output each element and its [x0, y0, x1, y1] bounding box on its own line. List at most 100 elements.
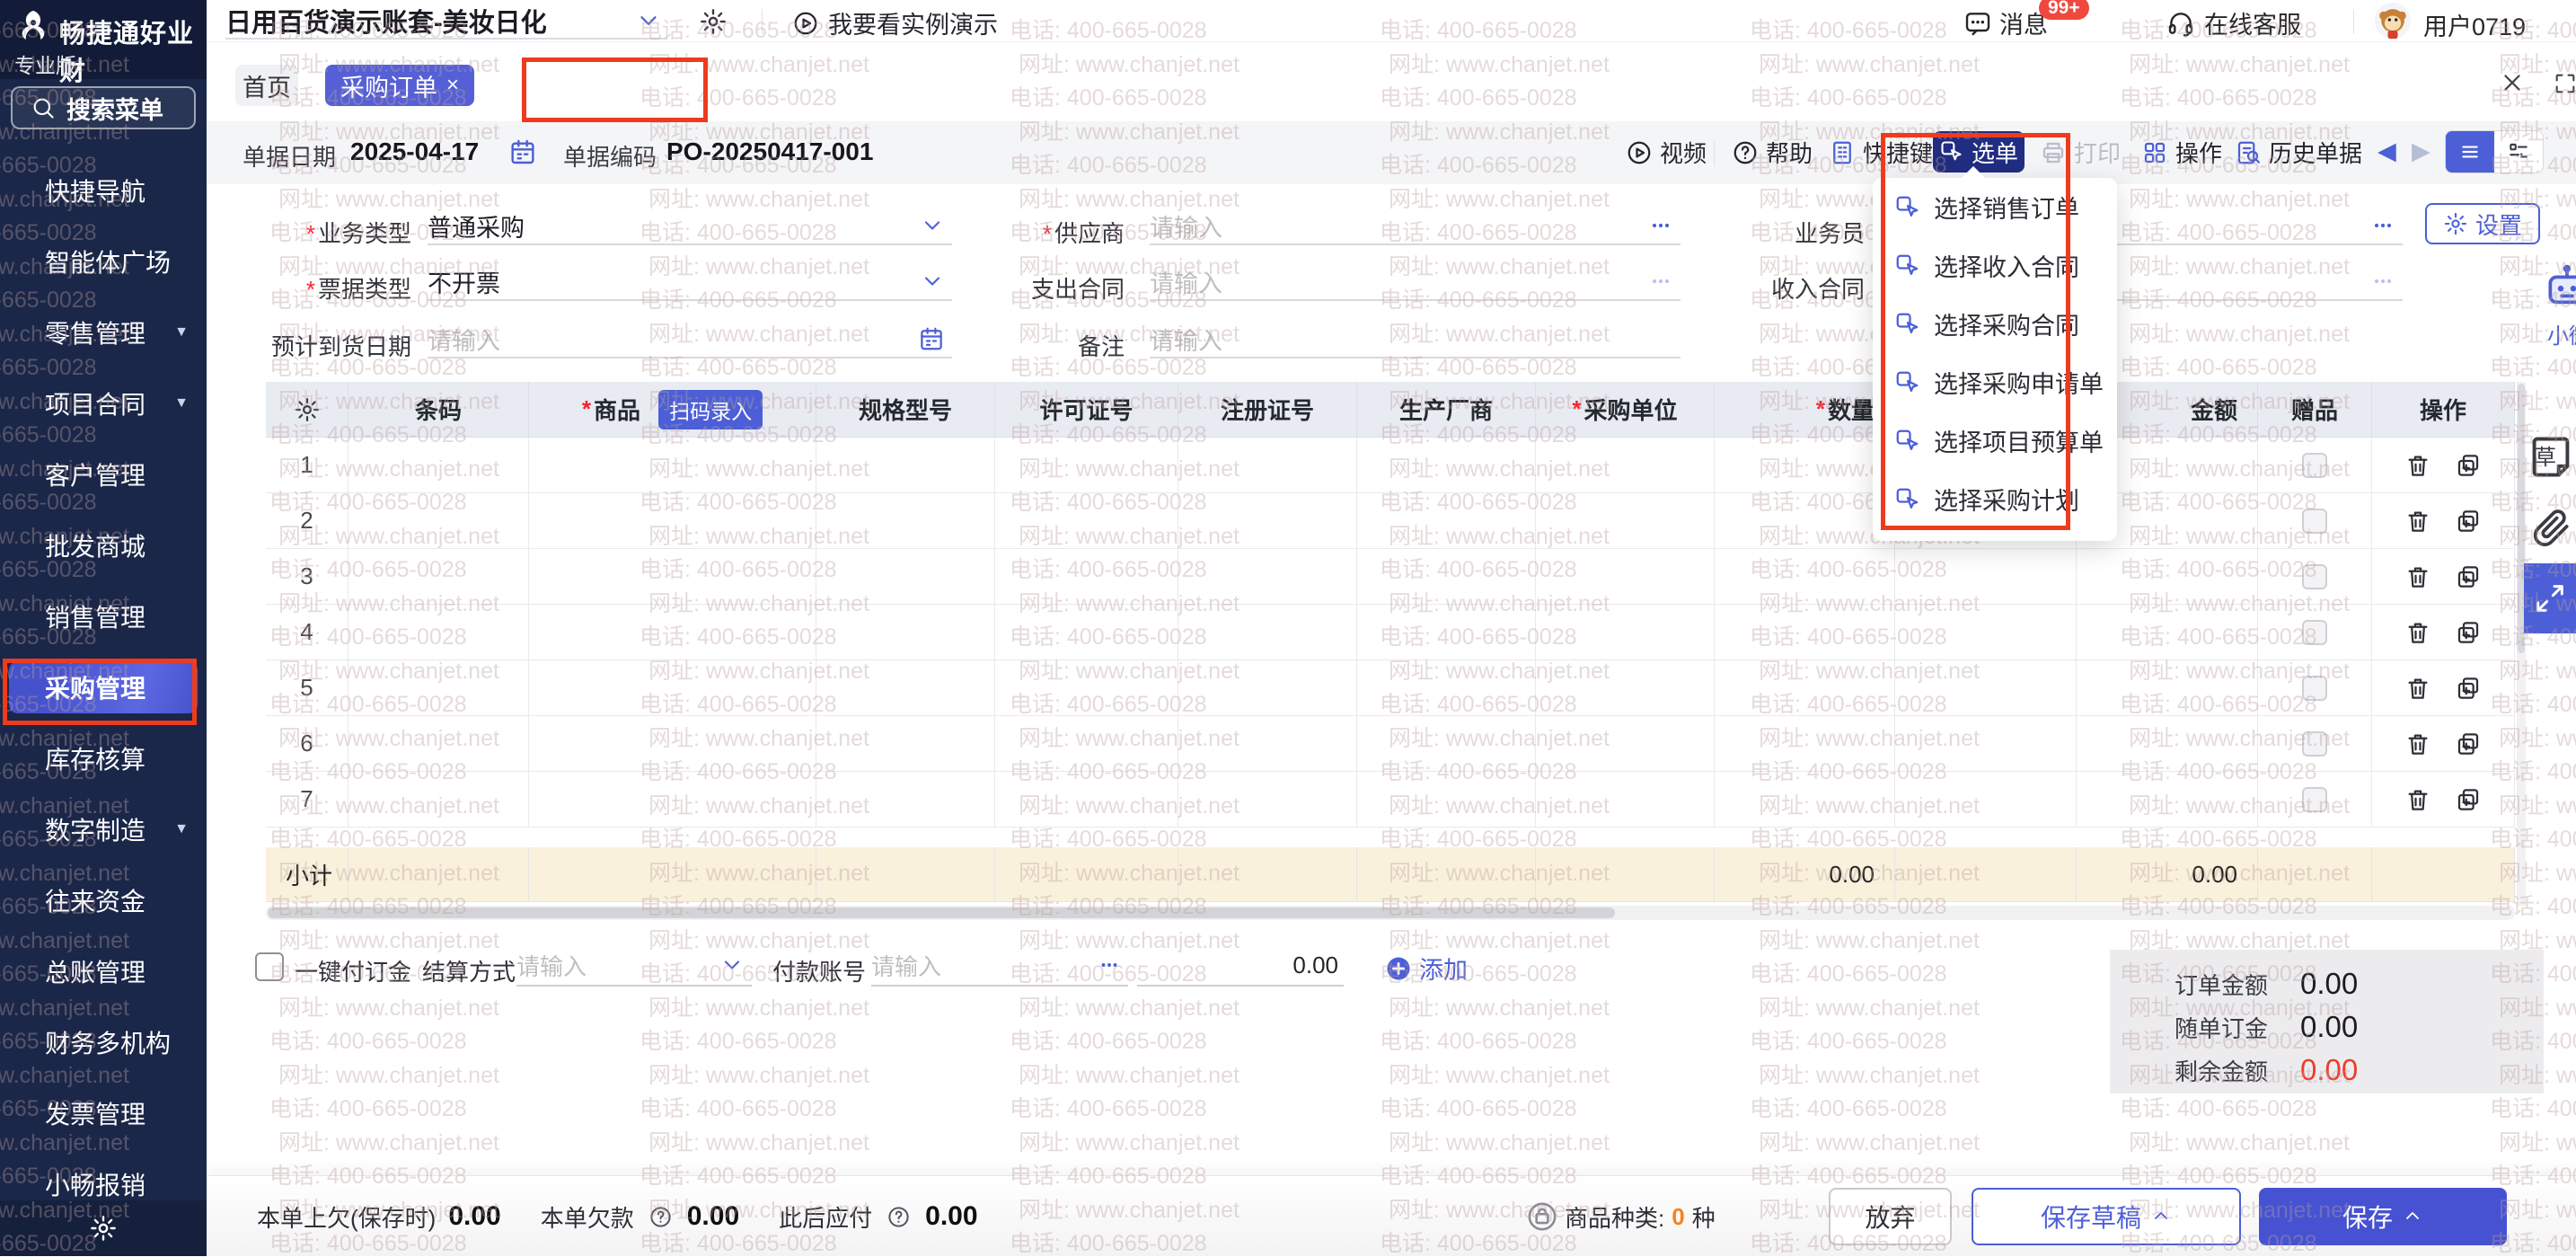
quick-deposit-checkbox[interactable] — [255, 952, 284, 981]
sidebar-item-智能体广场[interactable]: 智能体广场 — [0, 242, 207, 281]
tab-close-icon[interactable]: × — [446, 73, 459, 98]
table-cell[interactable] — [1536, 493, 1715, 549]
table-cell[interactable] — [1715, 438, 1895, 493]
delete-row-icon[interactable] — [2404, 508, 2431, 535]
gift-checkbox[interactable] — [2302, 676, 2327, 701]
sidebar-item-销售管理[interactable]: 销售管理 — [0, 597, 207, 636]
table-cell[interactable] — [348, 493, 529, 549]
gift-checkbox[interactable] — [2302, 453, 2327, 478]
table-cell[interactable] — [1178, 716, 1357, 772]
table-cell[interactable] — [2077, 772, 2258, 828]
invoice-type-select[interactable]: 不开票 — [428, 263, 952, 301]
copy-row-icon[interactable] — [2455, 730, 2482, 757]
delete-row-icon[interactable] — [2404, 730, 2431, 757]
table-cell[interactable] — [995, 438, 1178, 493]
settle-method-select[interactable]: 请输入 — [516, 945, 752, 987]
table-cell[interactable] — [816, 438, 995, 493]
arrival-date-input[interactable]: 请输入 — [428, 321, 952, 359]
account-selector[interactable]: 日用百货演示账套-美妆日化 — [225, 4, 667, 40]
table-cell[interactable] — [1536, 605, 1715, 660]
add-payment-button[interactable]: 添加 — [1385, 951, 1468, 986]
next-doc-icon[interactable]: ▶ — [2412, 137, 2430, 165]
sidebar-item-总账管理[interactable]: 总账管理 — [0, 952, 207, 991]
menu-item-选择项目预算单[interactable]: 选择项目预算单 — [1873, 412, 2117, 470]
sidebar-item-客户管理[interactable]: 客户管理 — [0, 455, 207, 494]
table-cell[interactable] — [1178, 772, 1357, 828]
help-button[interactable]: 帮助 — [1732, 136, 1813, 169]
gift-checkbox[interactable] — [2302, 620, 2327, 645]
table-cell[interactable] — [529, 660, 816, 716]
ai-assistant-button[interactable]: 小微 — [2542, 262, 2576, 350]
fullscreen-icon[interactable] — [2553, 71, 2576, 96]
tab-purchase-order[interactable]: 采购订单 × — [325, 65, 474, 106]
supplier-input[interactable]: 请输入 — [1150, 208, 1681, 245]
print-button[interactable]: 打印 — [2040, 136, 2121, 169]
messages-button[interactable]: 消息 — [1963, 5, 2048, 40]
menu-item-选择收入合同[interactable]: 选择收入合同 — [1873, 236, 2117, 295]
table-cell[interactable] — [995, 605, 1178, 660]
table-cell[interactable] — [1536, 716, 1715, 772]
avatar[interactable] — [2373, 1, 2413, 40]
table-cell[interactable] — [995, 549, 1178, 605]
table-cell[interactable] — [529, 772, 816, 828]
user-name[interactable]: 用户0719 — [2423, 7, 2526, 42]
history-button[interactable]: 历史单据 — [2235, 136, 2362, 169]
table-cell[interactable] — [995, 716, 1178, 772]
gift-checkbox[interactable] — [2302, 731, 2327, 757]
delete-row-icon[interactable] — [2404, 452, 2431, 479]
question-icon[interactable] — [648, 1205, 673, 1229]
sidebar-search-input[interactable]: 搜索菜单 — [11, 86, 196, 129]
top-settings-icon[interactable] — [699, 7, 728, 36]
save-button[interactable]: 保存 — [2259, 1188, 2507, 1245]
menu-item-选择采购合同[interactable]: 选择采购合同 — [1873, 295, 2117, 353]
table-cell[interactable] — [816, 772, 995, 828]
table-cell[interactable] — [348, 605, 529, 660]
more-dots-icon[interactable] — [1098, 953, 1121, 977]
question-icon[interactable] — [887, 1205, 911, 1229]
attachment-icon[interactable] — [2529, 505, 2574, 550]
scan-entry-button[interactable]: 扫码录入 — [658, 390, 763, 429]
table-cell[interactable] — [995, 660, 1178, 716]
table-cell[interactable] — [1895, 660, 2077, 716]
sidebar-item-批发商城[interactable]: 批发商城 — [0, 526, 207, 565]
table-cell[interactable] — [1536, 549, 1715, 605]
biz-type-select[interactable]: 普通采购 — [428, 208, 952, 245]
table-cell[interactable] — [1895, 716, 2077, 772]
table-cell[interactable] — [1715, 605, 1895, 660]
card-view-button[interactable] — [2494, 131, 2543, 173]
delete-row-icon[interactable] — [2404, 675, 2431, 702]
scrollbar-thumb[interactable] — [268, 907, 1615, 918]
menu-item-选择采购计划[interactable]: 选择采购计划 — [1873, 470, 2117, 528]
table-cell[interactable] — [2077, 549, 2258, 605]
gift-checkbox[interactable] — [2302, 509, 2327, 534]
expand-panel-button[interactable] — [2524, 563, 2576, 633]
table-cell[interactable] — [348, 549, 529, 605]
table-settings-icon[interactable] — [294, 396, 321, 423]
operations-button[interactable]: 操作 — [2141, 136, 2222, 169]
sidebar-item-小畅报销[interactable]: 小畅报销 — [0, 1164, 207, 1204]
table-cell[interactable] — [348, 660, 529, 716]
sidebar-item-往来资金[interactable]: 往来资金 — [0, 881, 207, 920]
save-draft-button[interactable]: 保存草稿 — [1972, 1188, 2241, 1245]
draft-note-icon[interactable] — [2527, 433, 2574, 480]
table-cell[interactable] — [1895, 772, 2077, 828]
copy-row-icon[interactable] — [2455, 786, 2482, 813]
table-cell[interactable] — [995, 493, 1178, 549]
demo-link[interactable]: 我要看实例演示 — [792, 5, 998, 40]
gift-checkbox[interactable] — [2302, 564, 2327, 589]
table-cell[interactable] — [1178, 493, 1357, 549]
table-cell[interactable] — [348, 438, 529, 493]
table-cell[interactable] — [2077, 605, 2258, 660]
table-cell[interactable] — [816, 549, 995, 605]
menu-item-选择销售订单[interactable]: 选择销售订单 — [1873, 178, 2117, 236]
pay-account-input[interactable]: 请输入 — [871, 945, 1128, 987]
delete-row-icon[interactable] — [2404, 619, 2431, 646]
table-cell[interactable] — [348, 772, 529, 828]
copy-row-icon[interactable] — [2455, 675, 2482, 702]
table-cell[interactable] — [2077, 660, 2258, 716]
copy-row-icon[interactable] — [2455, 619, 2482, 646]
vertical-scrollbar[interactable] — [2517, 382, 2526, 906]
table-cell[interactable] — [1536, 438, 1715, 493]
table-cell[interactable] — [1357, 660, 1536, 716]
hotkey-button[interactable]: 快捷键 — [1829, 136, 1933, 169]
